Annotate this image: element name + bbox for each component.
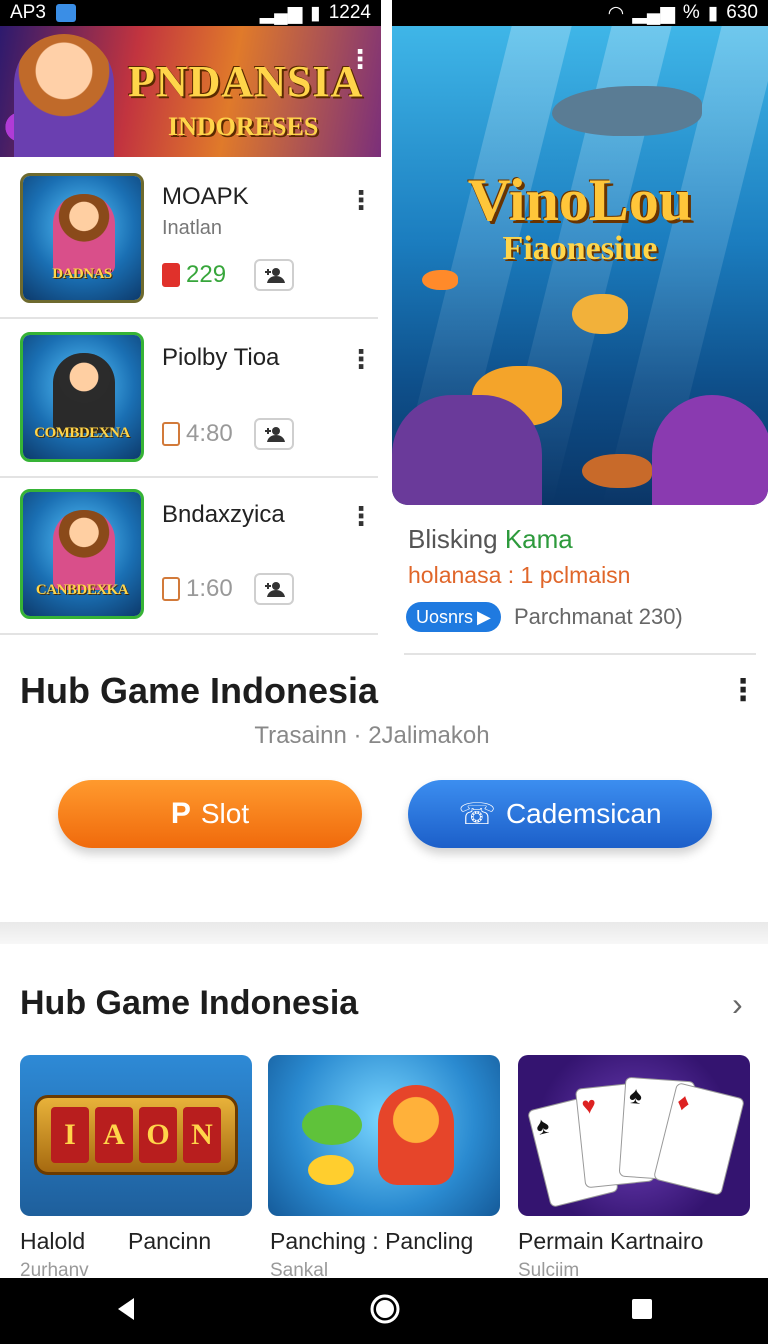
battery-icon: ▮ <box>310 2 321 24</box>
game-card[interactable]: I A O N <box>20 1055 252 1216</box>
user-icon <box>265 268 285 283</box>
game-name: Piolby Tioa <box>162 344 280 371</box>
card-caption: Pancinn <box>128 1228 212 1254</box>
featured-subtitle: holanasa : 1 pclmaisn <box>408 562 631 588</box>
fish-illustration <box>422 270 458 290</box>
cademsican-button[interactable]: ☏ Cademsican <box>408 780 712 848</box>
slot-reels-illustration: I A O N <box>34 1095 238 1175</box>
featured-game-art[interactable]: VinoLou Fiaonesiue <box>392 26 768 505</box>
divider <box>404 653 756 655</box>
more-options-icon[interactable]: ⋮ <box>348 503 374 529</box>
tag-icon <box>162 422 180 446</box>
banner-title: PNDANSIA <box>128 57 364 106</box>
home-icon <box>370 1294 400 1323</box>
status-bar-right: ◠ ▂▄▆ % ▮ 630 <box>392 0 768 26</box>
list-item[interactable]: CANBDEXKA Bndaxzyica ⋮ 1:60 <box>0 477 378 635</box>
banner-more-icon[interactable]: ⋮ <box>347 46 373 72</box>
page-title: Hub Game Indonesia <box>20 670 379 711</box>
tag-icon <box>162 577 180 601</box>
featured-badge-button[interactable]: Uosnrs ▶ <box>406 602 501 632</box>
featured-meta: Parchmanat 230) <box>514 604 683 629</box>
percent-text: % <box>682 2 700 23</box>
signal-icon-2: ▂▄▆ <box>632 2 675 24</box>
status-time-left: 1224 <box>328 2 371 23</box>
card-caption: Halold <box>20 1228 86 1254</box>
carrier-text: AP3 <box>10 2 46 23</box>
chevron-right-icon[interactable]: › <box>732 986 743 1023</box>
section-separator <box>0 922 768 944</box>
add-user-button[interactable] <box>254 573 294 605</box>
character-illustration <box>14 34 114 157</box>
card-caption: Panching : Pancling <box>270 1228 474 1254</box>
home-button[interactable] <box>369 1293 401 1330</box>
tag-icon <box>162 263 180 287</box>
hub-more-icon[interactable]: ⋮ <box>728 676 758 706</box>
fish-illustration <box>308 1155 354 1185</box>
chevron-right-icon: ▶ <box>477 606 491 627</box>
character-illustration <box>378 1085 454 1185</box>
fish-illustration <box>582 454 652 488</box>
thumbnail-label: DADNAS <box>52 266 112 282</box>
fish-illustration <box>302 1105 362 1145</box>
promo-banner[interactable]: PNDANSIA INDORESES ⋮ <box>0 26 381 157</box>
recents-button[interactable] <box>630 1297 654 1326</box>
thumbnail-label: COMBDEXNA <box>34 425 130 441</box>
featured-art-subtitle: Fiaonesiue <box>502 230 658 267</box>
game-thumbnail[interactable]: COMBDEXNA <box>20 332 144 462</box>
stat-count: 1:60 <box>162 575 233 603</box>
list-item[interactable]: DADNAS MOAPK Inatlan ⋮ 229 <box>0 161 378 319</box>
section-title: Hub Game Indonesia <box>20 984 359 1022</box>
hub-subtitle: Trasainn · 2Jalimakoh <box>254 722 490 749</box>
featured-art-title: VinoLou <box>467 167 693 233</box>
game-card[interactable] <box>268 1055 500 1216</box>
stat-count: 4:80 <box>162 420 233 448</box>
system-nav-bar <box>0 1278 768 1344</box>
game-name: MOAPK <box>162 183 249 210</box>
banner-subtitle: INDORESES <box>168 112 319 141</box>
featured-title: Blisking Kama <box>408 524 573 554</box>
game-name: Bndaxzyica <box>162 501 285 528</box>
game-card[interactable]: ♠ ♥ ♠ ♦ <box>518 1055 750 1216</box>
game-subtitle: Inatlan <box>162 217 223 239</box>
status-time-right: 630 <box>726 2 758 23</box>
reef-decoration <box>652 395 768 505</box>
fish-illustration <box>572 294 628 334</box>
back-button[interactable] <box>114 1296 140 1327</box>
add-user-button[interactable] <box>254 259 294 291</box>
battery-icon-2: ▮ <box>707 2 719 24</box>
list-item[interactable]: COMBDEXNA Piolby Tioa ⋮ 4:80 <box>0 320 378 478</box>
thumbnail-label: CANBDEXKA <box>35 582 129 598</box>
slot-icon: P <box>170 797 191 830</box>
more-options-icon[interactable]: ⋮ <box>348 187 374 213</box>
shark-illustration <box>552 86 702 136</box>
user-icon <box>265 427 285 442</box>
wifi-icon: ◠ <box>607 2 625 24</box>
signal-icon: ▂▄▆ <box>259 2 303 24</box>
chat-icon: ☏ <box>458 797 496 831</box>
slot-button[interactable]: P Slot <box>58 780 362 848</box>
add-user-button[interactable] <box>254 418 294 450</box>
status-bar-left: AP3 ▂▄▆ ▮ 1224 <box>0 0 381 26</box>
stat-count: 229 <box>162 261 226 289</box>
back-icon <box>118 1297 135 1320</box>
more-options-icon[interactable]: ⋮ <box>348 346 374 372</box>
telegram-icon <box>55 4 76 22</box>
reef-decoration <box>392 395 542 505</box>
game-thumbnail[interactable]: DADNAS <box>20 173 144 303</box>
recents-icon <box>631 1298 652 1319</box>
card-caption: Permain Kartnairo <box>518 1228 704 1254</box>
game-thumbnail[interactable]: CANBDEXKA <box>20 489 144 619</box>
user-icon <box>265 582 285 597</box>
